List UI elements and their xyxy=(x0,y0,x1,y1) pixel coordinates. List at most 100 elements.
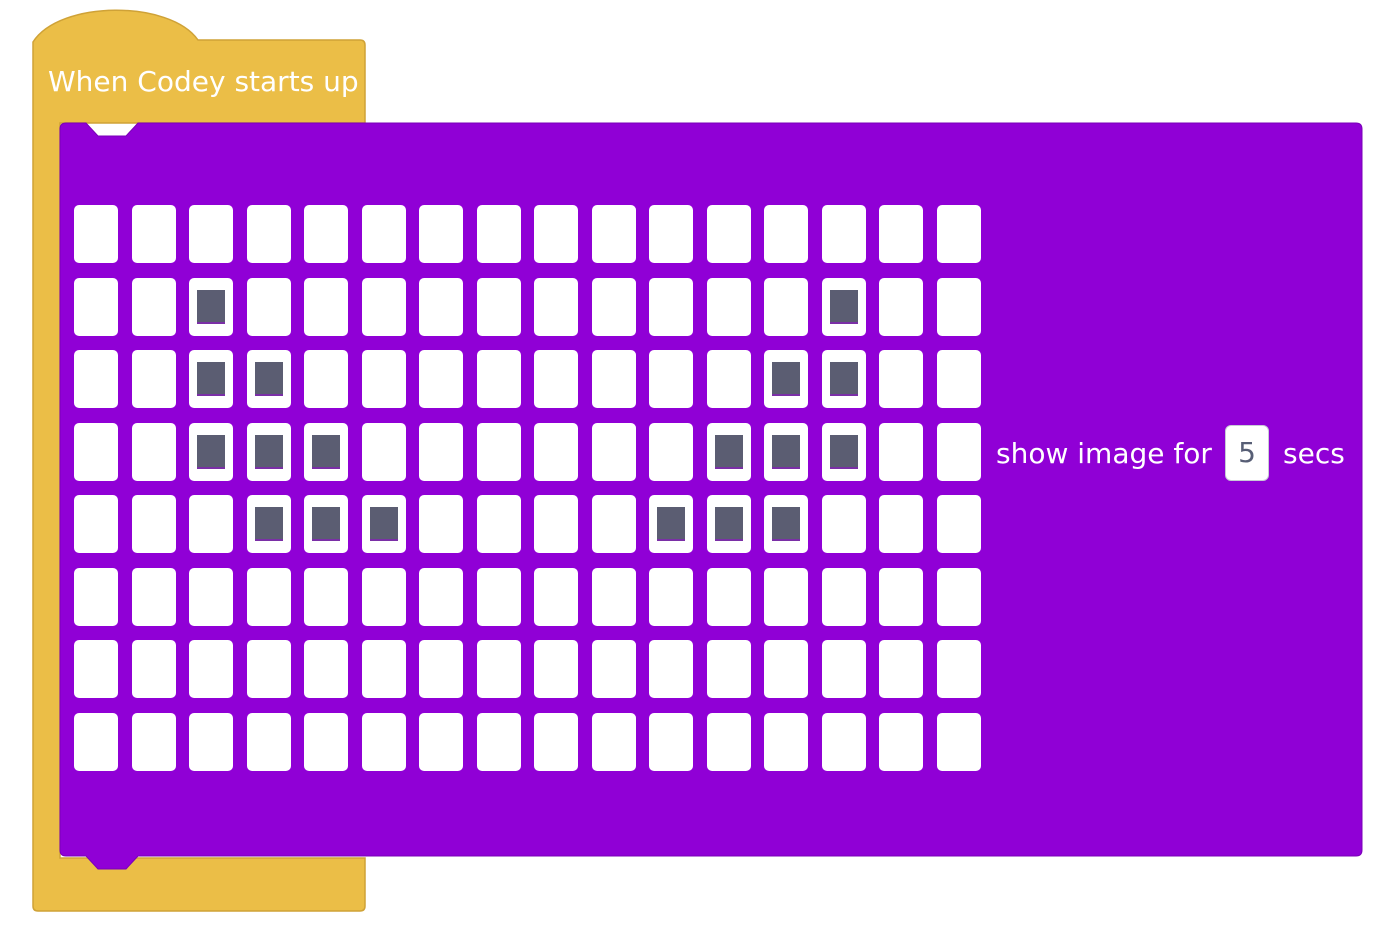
led-cell-off[interactable] xyxy=(189,712,233,771)
led-cell-off[interactable] xyxy=(74,712,118,771)
led-cell-off[interactable] xyxy=(706,567,751,626)
led-cell-off[interactable] xyxy=(534,495,578,553)
led-cell-on[interactable] xyxy=(189,350,233,408)
led-cell-off[interactable] xyxy=(419,640,463,698)
led-cell-off[interactable] xyxy=(304,712,348,771)
led-cell-off[interactable] xyxy=(419,567,463,626)
led-cell-off[interactable] xyxy=(419,205,463,263)
led-cell-off[interactable] xyxy=(189,205,233,263)
led-cell-off[interactable] xyxy=(936,495,981,553)
led-cell-off[interactable] xyxy=(304,277,348,336)
led-cell-off[interactable] xyxy=(764,277,808,336)
led-cell-off[interactable] xyxy=(649,712,693,771)
led-cell-off[interactable] xyxy=(419,350,463,408)
led-cell-off[interactable] xyxy=(706,712,751,771)
led-cell-off[interactable] xyxy=(591,640,636,698)
led-cell-off[interactable] xyxy=(476,422,521,481)
led-cell-on[interactable] xyxy=(189,277,233,336)
led-cell-off[interactable] xyxy=(361,422,406,481)
led-cell-off[interactable] xyxy=(131,205,176,263)
led-cell-off[interactable] xyxy=(706,277,751,336)
led-cell-off[interactable] xyxy=(821,205,866,263)
led-cell-off[interactable] xyxy=(131,495,176,553)
led-cell-off[interactable] xyxy=(476,495,521,553)
led-cell-off[interactable] xyxy=(879,205,923,263)
led-cell-off[interactable] xyxy=(534,350,578,408)
led-cell-off[interactable] xyxy=(534,205,578,263)
led-cell-off[interactable] xyxy=(591,350,636,408)
led-cell-off[interactable] xyxy=(764,205,808,263)
led-cell-off[interactable] xyxy=(591,277,636,336)
led-cell-on[interactable] xyxy=(764,422,808,481)
led-cell-off[interactable] xyxy=(74,495,118,553)
led-cell-off[interactable] xyxy=(246,640,291,698)
led-cell-off[interactable] xyxy=(189,567,233,626)
led-cell-off[interactable] xyxy=(879,495,923,553)
led-cell-off[interactable] xyxy=(74,277,118,336)
led-cell-off[interactable] xyxy=(534,422,578,481)
led-cell-off[interactable] xyxy=(304,350,348,408)
led-cell-off[interactable] xyxy=(304,205,348,263)
led-cell-off[interactable] xyxy=(476,712,521,771)
led-cell-off[interactable] xyxy=(879,422,923,481)
led-cell-off[interactable] xyxy=(361,350,406,408)
led-cell-on[interactable] xyxy=(821,277,866,336)
led-cell-off[interactable] xyxy=(131,567,176,626)
led-cell-off[interactable] xyxy=(936,712,981,771)
led-cell-off[interactable] xyxy=(74,350,118,408)
led-cell-off[interactable] xyxy=(74,205,118,263)
led-cell-off[interactable] xyxy=(131,277,176,336)
led-cell-on[interactable] xyxy=(649,495,693,553)
led-cell-on[interactable] xyxy=(246,350,291,408)
led-cell-off[interactable] xyxy=(936,205,981,263)
led-cell-off[interactable] xyxy=(419,422,463,481)
led-cell-off[interactable] xyxy=(879,712,923,771)
led-cell-off[interactable] xyxy=(936,277,981,336)
led-cell-off[interactable] xyxy=(706,205,751,263)
led-cell-on[interactable] xyxy=(304,495,348,553)
led-cell-off[interactable] xyxy=(131,712,176,771)
led-cell-off[interactable] xyxy=(649,205,693,263)
led-cell-off[interactable] xyxy=(304,640,348,698)
led-cell-off[interactable] xyxy=(246,712,291,771)
led-cell-off[interactable] xyxy=(74,567,118,626)
led-cell-off[interactable] xyxy=(821,640,866,698)
led-cell-off[interactable] xyxy=(476,277,521,336)
led-matrix-editor[interactable] xyxy=(74,205,982,773)
led-cell-off[interactable] xyxy=(246,567,291,626)
led-cell-on[interactable] xyxy=(246,422,291,481)
seconds-input[interactable]: 5 xyxy=(1225,425,1269,481)
led-cell-off[interactable] xyxy=(476,205,521,263)
led-cell-off[interactable] xyxy=(419,712,463,771)
led-cell-on[interactable] xyxy=(189,422,233,481)
led-cell-off[interactable] xyxy=(189,495,233,553)
led-cell-off[interactable] xyxy=(591,712,636,771)
led-cell-off[interactable] xyxy=(361,205,406,263)
led-cell-off[interactable] xyxy=(361,640,406,698)
led-cell-off[interactable] xyxy=(534,277,578,336)
led-cell-on[interactable] xyxy=(304,422,348,481)
led-cell-off[interactable] xyxy=(821,495,866,553)
led-cell-off[interactable] xyxy=(476,567,521,626)
led-cell-on[interactable] xyxy=(361,495,406,553)
led-cell-off[interactable] xyxy=(821,712,866,771)
led-cell-on[interactable] xyxy=(821,350,866,408)
led-cell-off[interactable] xyxy=(246,277,291,336)
led-cell-on[interactable] xyxy=(764,495,808,553)
led-cell-off[interactable] xyxy=(361,277,406,336)
led-cell-off[interactable] xyxy=(936,422,981,481)
led-cell-off[interactable] xyxy=(476,350,521,408)
led-cell-off[interactable] xyxy=(706,640,751,698)
led-cell-off[interactable] xyxy=(591,205,636,263)
led-cell-off[interactable] xyxy=(706,350,751,408)
led-cell-off[interactable] xyxy=(419,277,463,336)
led-cell-on[interactable] xyxy=(706,495,751,553)
led-cell-off[interactable] xyxy=(879,640,923,698)
led-cell-off[interactable] xyxy=(534,640,578,698)
led-cell-off[interactable] xyxy=(821,567,866,626)
led-cell-off[interactable] xyxy=(591,495,636,553)
led-cell-on[interactable] xyxy=(821,422,866,481)
led-cell-off[interactable] xyxy=(879,350,923,408)
led-cell-off[interactable] xyxy=(649,277,693,336)
led-cell-off[interactable] xyxy=(649,640,693,698)
